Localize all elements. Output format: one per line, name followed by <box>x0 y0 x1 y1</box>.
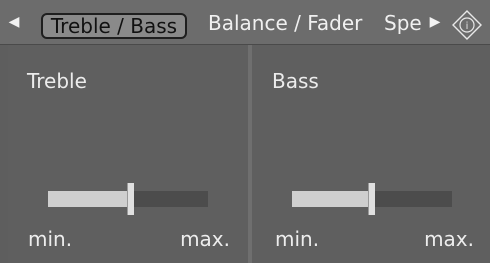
treble-slider[interactable] <box>48 183 208 215</box>
treble-slider-fill <box>48 191 128 207</box>
bass-slider-handle[interactable] <box>368 183 375 215</box>
bass-panel: Bass min. max. <box>252 45 490 263</box>
treble-panel: Treble min. max. <box>8 45 248 263</box>
tab-speed-partial[interactable]: Spe <box>384 12 424 34</box>
right-arrow-icon[interactable]: ▶ <box>427 10 443 34</box>
bass-min-label: min. <box>275 227 320 251</box>
svg-text:i: i <box>466 21 469 32</box>
treble-title: Treble <box>27 69 87 93</box>
tab-treble-bass[interactable]: Treble / Bass <box>41 13 187 39</box>
info-icon[interactable]: i <box>452 10 482 40</box>
tab-balance-fader[interactable]: Balance / Fader <box>208 12 362 34</box>
bass-title: Bass <box>272 69 319 93</box>
bass-slider[interactable] <box>292 183 452 215</box>
bass-max-label: max. <box>424 227 474 251</box>
bass-slider-fill <box>292 191 369 207</box>
treble-max-label: max. <box>180 227 230 251</box>
treble-slider-handle[interactable] <box>127 183 134 215</box>
treble-min-label: min. <box>28 227 73 251</box>
left-arrow-icon[interactable]: ◀ <box>6 10 22 34</box>
tab-bar: ◀ Treble / Bass Balance / Fader Spe ▶ i <box>0 0 490 45</box>
